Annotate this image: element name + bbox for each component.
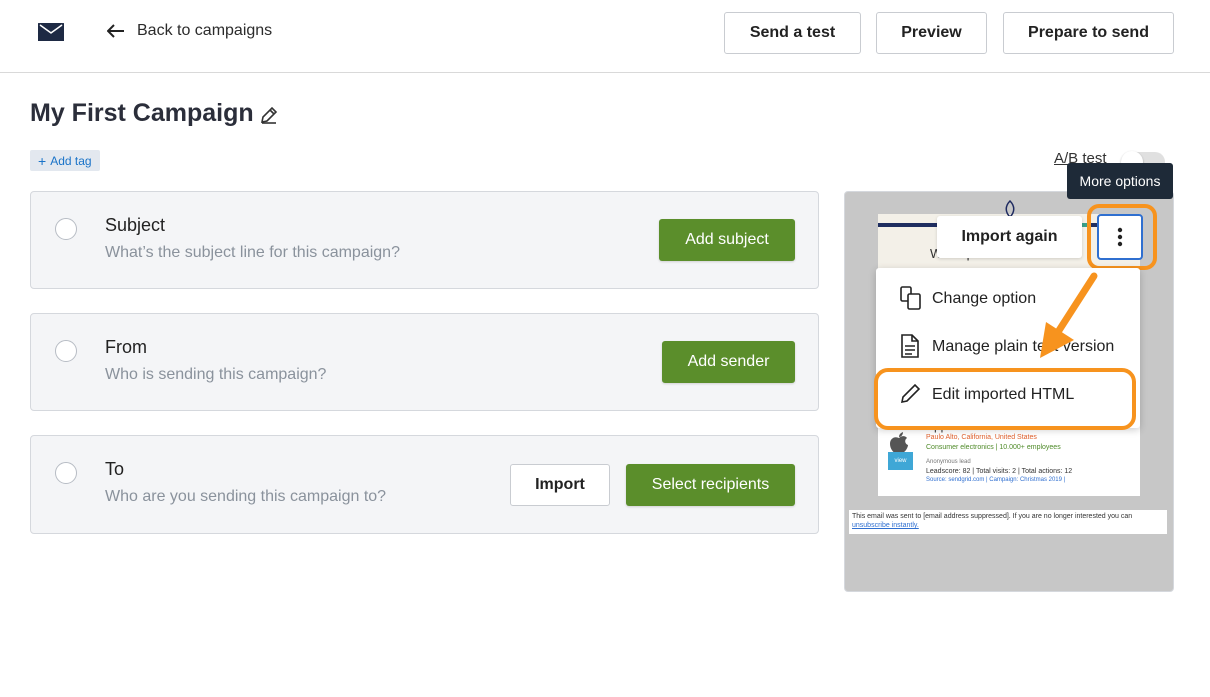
subject-description: What’s the subject line for this campaig…: [105, 244, 400, 261]
company-industry: Consumer electronics | 10.000+ employees: [926, 444, 1061, 451]
select-recipients-button[interactable]: Select recipients: [626, 464, 795, 506]
vertical-dots-icon: [1117, 227, 1123, 247]
annotation-arrow-icon: [1040, 272, 1098, 358]
more-options-tooltip: More options: [1067, 163, 1173, 199]
lead-stats: Leadscore: 82 | Total visits: 2 | Total …: [926, 468, 1073, 475]
back-to-campaigns-link[interactable]: Back to campaigns: [107, 22, 272, 40]
edit-title-icon[interactable]: [259, 105, 279, 130]
from-card: From Who is sending this campaign? Add s…: [30, 313, 819, 411]
document-icon: [900, 334, 920, 363]
back-label: Back to campaigns: [137, 22, 273, 39]
add-tag-label: Add tag: [50, 153, 92, 168]
app-logo-icon[interactable]: [38, 23, 64, 46]
to-status-radio: [55, 462, 77, 484]
arrow-left-icon: [107, 24, 124, 38]
plus-icon: +: [38, 152, 47, 169]
footer-text: This email was sent to [email address su…: [852, 513, 1133, 520]
page-title: My First Campaign: [30, 99, 254, 127]
view-badge[interactable]: view: [888, 452, 913, 470]
subject-status-radio: [55, 218, 77, 240]
company-location: Paulo Alto, California, United States: [926, 434, 1037, 441]
add-tag-button[interactable]: + Add tag: [30, 150, 100, 171]
to-card: To Who are you sending this campaign to?…: [30, 435, 819, 534]
lead-type: Anonymous lead: [926, 459, 971, 465]
import-again-button[interactable]: Import again: [937, 216, 1082, 258]
change-option-icon: [900, 286, 922, 315]
unsubscribe-link[interactable]: unsubscribe instantly.: [852, 522, 919, 529]
from-description: Who is sending this campaign?: [105, 366, 327, 383]
from-status-radio: [55, 340, 77, 362]
prepare-to-send-button[interactable]: Prepare to send: [1003, 12, 1174, 54]
more-options-button[interactable]: [1097, 214, 1143, 260]
edit-html-highlight: [874, 368, 1136, 430]
menu-item-label: Change option: [932, 290, 1037, 307]
to-description: Who are you sending this campaign to?: [105, 488, 387, 505]
send-test-button[interactable]: Send a test: [724, 12, 861, 54]
email-footer: This email was sent to [email address su…: [849, 510, 1167, 534]
from-title: From: [105, 337, 147, 357]
add-sender-button[interactable]: Add sender: [662, 341, 795, 383]
subject-title: Subject: [105, 215, 166, 235]
subject-card: Subject What’s the subject line for this…: [30, 191, 819, 289]
to-title: To: [105, 459, 125, 479]
add-subject-button[interactable]: Add subject: [659, 219, 795, 261]
lead-source: Source: sendgrid.com | Campaign: Christm…: [926, 477, 1066, 483]
import-button[interactable]: Import: [510, 464, 610, 506]
preview-button[interactable]: Preview: [876, 12, 987, 54]
